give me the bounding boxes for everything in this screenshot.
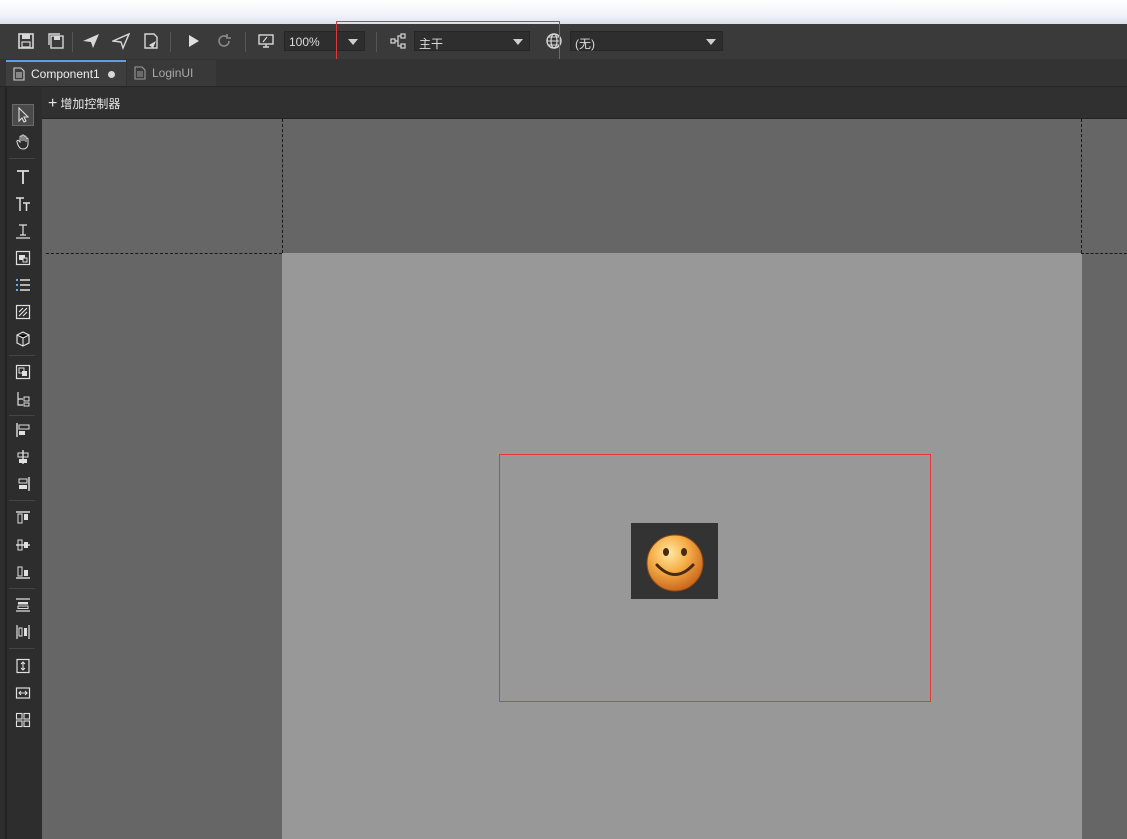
design-canvas[interactable] (42, 119, 1127, 839)
add-controller-label: 增加控制器 (60, 97, 121, 111)
guide-line (46, 253, 282, 254)
tab-component1[interactable]: Component1 (6, 60, 126, 86)
chevron-down-icon (706, 39, 716, 45)
group-icon[interactable] (12, 361, 34, 383)
grid-icon[interactable] (12, 709, 34, 731)
guide-line (282, 119, 283, 253)
distribute-v-icon[interactable] (12, 594, 34, 616)
tab-label: LoginUI (152, 66, 194, 80)
tab-loginui[interactable]: LoginUI (127, 60, 216, 86)
rich-text-icon[interactable] (12, 193, 34, 215)
hand-icon[interactable] (12, 131, 34, 153)
tab-label: Component1 (31, 67, 100, 81)
refresh-icon[interactable] (212, 29, 236, 53)
guide-line (1081, 253, 1127, 254)
modified-dot (107, 70, 115, 78)
align-right-icon[interactable] (12, 473, 34, 495)
align-middle-v-icon[interactable] (12, 534, 34, 556)
screen-icon[interactable] (254, 29, 278, 53)
title-strip (0, 0, 1127, 24)
align-left-icon[interactable] (12, 419, 34, 441)
same-height-icon[interactable] (12, 655, 34, 677)
language-value: (无) (575, 37, 595, 51)
publish-all-icon[interactable] (109, 29, 133, 53)
smiley-face-icon (646, 534, 703, 592)
list-icon[interactable] (12, 274, 34, 296)
document-icon (13, 67, 25, 81)
zoom-select[interactable]: 100% (284, 31, 365, 51)
guide-line (1081, 119, 1082, 253)
save-icon[interactable] (14, 29, 38, 53)
same-width-icon[interactable] (12, 682, 34, 704)
publish-icon[interactable] (79, 29, 103, 53)
add-controller-button[interactable]: + 增加控制器 (48, 95, 120, 112)
branch-value: 主干 (419, 37, 444, 51)
plus-icon: + (48, 94, 58, 112)
publish-doc-icon[interactable] (139, 29, 163, 53)
image-loader[interactable] (631, 523, 718, 599)
save-all-icon[interactable] (44, 29, 68, 53)
align-center-h-icon[interactable] (12, 446, 34, 468)
align-bottom-icon[interactable] (12, 561, 34, 583)
document-tabbar: Component1 LoginUI (0, 59, 1127, 87)
globe-icon (542, 29, 566, 53)
main-toolbar: 100% 主干 (无) (0, 24, 1127, 60)
input-text-icon[interactable] (12, 220, 34, 242)
relation-icon[interactable] (12, 388, 34, 410)
distribute-h-icon[interactable] (12, 621, 34, 643)
play-icon[interactable] (181, 29, 205, 53)
graph-icon[interactable] (12, 301, 34, 323)
chevron-down-icon (348, 39, 358, 45)
align-top-icon[interactable] (12, 507, 34, 529)
branch-icon (386, 29, 410, 53)
language-select[interactable]: (无) (570, 31, 723, 51)
controller-bar: + 增加控制器 (42, 87, 1127, 119)
loader-icon[interactable] (12, 247, 34, 269)
left-toolbox (0, 87, 43, 839)
zoom-value: 100% (289, 35, 320, 49)
chevron-down-icon (513, 39, 523, 45)
document-icon (134, 66, 146, 80)
component-3d-icon[interactable] (12, 328, 34, 350)
branch-select[interactable]: 主干 (414, 31, 530, 51)
text-icon[interactable] (12, 166, 34, 188)
select-arrow-icon[interactable] (12, 104, 34, 126)
